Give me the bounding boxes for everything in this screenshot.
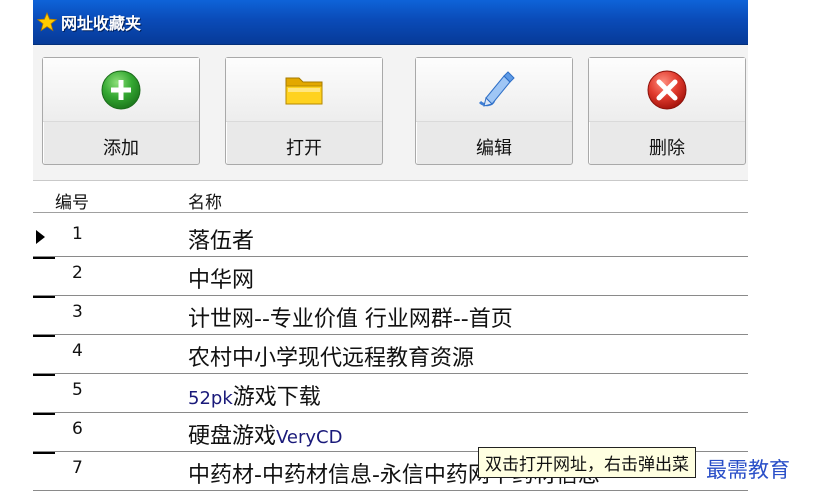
row-gutter-mark	[33, 452, 55, 454]
row-gutter-mark	[33, 413, 55, 415]
open-button[interactable]: 打开	[225, 57, 383, 165]
edit-button[interactable]: 编辑	[415, 57, 573, 165]
row-name-suffix: VeryCD	[276, 427, 343, 448]
row-name: 52pk游戏下载	[188, 379, 321, 411]
row-id: 2	[72, 263, 83, 283]
toolbar: 添加 打开 编辑 删除	[33, 45, 748, 181]
star-icon	[37, 12, 57, 32]
watermark: 最需教育	[706, 458, 790, 482]
row-name: 硬盘游戏VeryCD	[188, 418, 343, 450]
row-name: 计世网--专业价值 行业网群--首页	[188, 307, 513, 332]
row-id: 7	[72, 458, 83, 478]
table-header: 编号 名称	[33, 186, 748, 213]
table-row[interactable]: 2 中华网	[33, 257, 748, 296]
table-row[interactable]: 4 农村中小学现代远程教育资源	[33, 335, 748, 374]
row-id: 3	[72, 302, 83, 322]
add-icon	[101, 70, 141, 110]
table-row[interactable]: 1 落伍者	[33, 218, 748, 257]
folder-open-icon	[285, 77, 323, 105]
add-button[interactable]: 添加	[42, 57, 200, 165]
column-header-id[interactable]: 编号	[55, 188, 89, 213]
open-button-label: 打开	[286, 138, 322, 159]
row-gutter-mark	[33, 374, 55, 376]
row-id: 6	[72, 419, 83, 439]
row-gutter-mark	[33, 335, 55, 337]
delete-icon	[647, 70, 687, 110]
row-id: 5	[72, 380, 83, 400]
row-name: 中华网	[188, 268, 255, 293]
row-name-prefix: 硬盘游戏	[188, 424, 277, 449]
favorites-window: 网址收藏夹 添加 打开 编辑 删除 编号 名称 1 落伍者 2 中华网 3 计世…	[33, 0, 748, 500]
add-button-label: 添加	[103, 138, 139, 159]
title-bar[interactable]: 网址收藏夹	[33, 0, 748, 45]
selected-row-indicator-icon	[36, 230, 45, 244]
row-name: 落伍者	[188, 229, 255, 254]
tooltip: 双击打开网址，右击弹出菜	[478, 447, 696, 478]
row-name: 农村中小学现代远程教育资源	[188, 346, 475, 371]
window-title: 网址收藏夹	[61, 14, 142, 33]
row-id: 4	[72, 341, 83, 361]
row-gutter-mark	[33, 296, 55, 298]
row-gutter-mark	[33, 257, 55, 259]
row-name-prefix: 52pk	[188, 388, 233, 409]
delete-button-label: 删除	[649, 138, 685, 159]
delete-button[interactable]: 删除	[588, 57, 746, 165]
table-row[interactable]: 5 52pk游戏下载	[33, 374, 748, 413]
edit-button-label: 编辑	[476, 138, 512, 159]
row-id: 1	[72, 224, 83, 244]
table-row[interactable]: 3 计世网--专业价值 行业网群--首页	[33, 296, 748, 335]
column-header-name[interactable]: 名称	[188, 188, 222, 213]
row-name-suffix: 游戏下载	[232, 385, 321, 410]
edit-icon	[478, 71, 515, 107]
